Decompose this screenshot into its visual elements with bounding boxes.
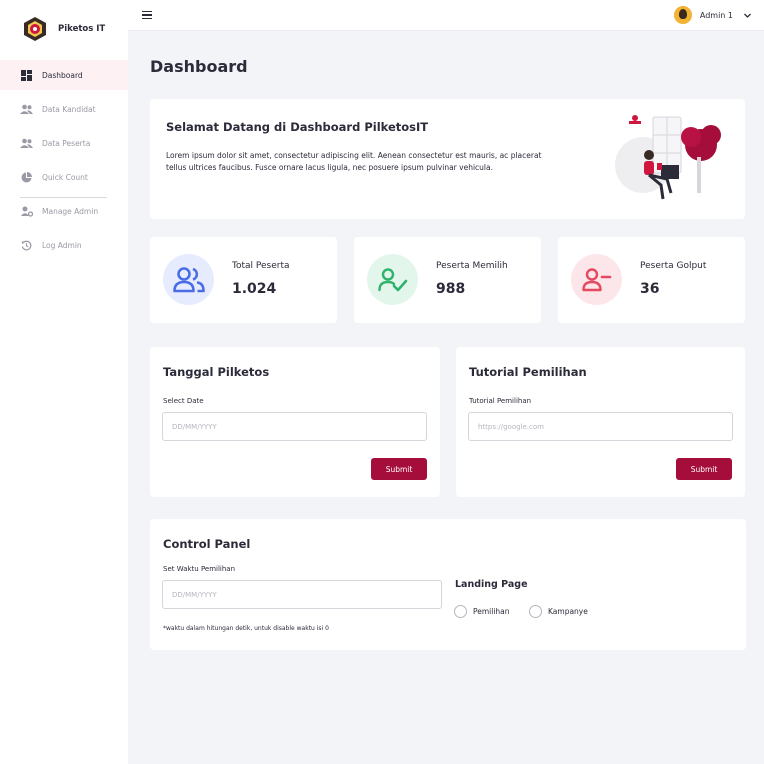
sidebar-item-manage-admin[interactable]: Manage Admin — [0, 196, 128, 226]
stat-label: Total Peserta — [232, 261, 290, 271]
sidebar-item-label: Data Peserta — [42, 138, 91, 148]
logo-icon — [24, 17, 46, 41]
user-minus-icon — [571, 254, 622, 305]
stat-label: Peserta Memilih — [436, 261, 508, 271]
sidebar-divider — [20, 197, 107, 198]
tutorial-url-input[interactable] — [468, 412, 733, 441]
tutorial-label: Tutorial Pemilihan — [469, 397, 532, 405]
tutorial-pemilihan-card: Tutorial Pemilihan Tutorial Pemilihan Su… — [456, 347, 745, 497]
radio-button[interactable] — [454, 605, 467, 618]
stat-card-total-peserta: Total Peserta 1.024 — [150, 237, 337, 323]
sidebar-item-data-peserta[interactable]: Data Peserta — [0, 128, 128, 158]
welcome-text: Lorem ipsum dolor sit amet, consectetur … — [166, 151, 542, 172]
sidebar-item-quick-count[interactable]: Quick Count — [0, 162, 128, 192]
radio-label: Kampanye — [548, 607, 588, 616]
sidebar-item-data-kandidat[interactable]: Data Kandidat — [0, 94, 128, 124]
stat-value: 988 — [436, 281, 466, 297]
brand[interactable]: Piketos IT — [22, 16, 105, 42]
set-waktu-label: Set Waktu Pemilihan — [163, 565, 236, 573]
menu-icon[interactable] — [142, 11, 152, 20]
control-panel-title: Control Panel — [163, 537, 251, 551]
submit-date-button[interactable]: Submit — [371, 458, 427, 480]
stat-label: Peserta Golput — [640, 261, 707, 271]
welcome-title: Selamat Datang di Dashboard PilketosIT — [166, 120, 429, 134]
date-input[interactable] — [162, 412, 427, 441]
sidebar-item-log-admin[interactable]: Log Admin — [0, 230, 128, 260]
control-panel-card: Control Panel Set Waktu Pemilihan *waktu… — [150, 519, 746, 650]
sidebar-item-label: Manage Admin — [42, 206, 99, 216]
avatar — [673, 6, 692, 24]
pie-chart-icon — [20, 171, 33, 184]
users-icon — [20, 137, 33, 150]
page-title: Dashboard — [150, 57, 248, 76]
sidebar-item-label: Data Kandidat — [42, 104, 96, 114]
stat-value: 1.024 — [232, 281, 277, 297]
radio-kampanye[interactable]: Kampanye — [529, 605, 588, 618]
user-settings-icon — [20, 205, 33, 218]
submit-tutorial-button[interactable]: Submit — [676, 458, 732, 480]
user-check-icon — [367, 254, 418, 305]
tutorial-title: Tutorial Pemilihan — [469, 365, 587, 379]
brand-name: Piketos IT — [58, 24, 106, 34]
sidebar-nav: Dashboard Data Kandidat Data Peserta Qui… — [0, 60, 128, 264]
user-menu[interactable]: Admin 1 — [673, 6, 752, 24]
waktu-hint: *waktu dalam hitungan detik, untuk disab… — [163, 625, 329, 632]
user-name: Admin 1 — [699, 10, 733, 20]
dashboard-icon — [20, 69, 33, 82]
sidebar-item-label: Quick Count — [42, 172, 88, 182]
radio-button[interactable] — [529, 605, 542, 618]
chevron-down-icon — [744, 13, 751, 18]
users-icon — [163, 254, 214, 305]
topbar: Admin 1 — [128, 0, 764, 31]
reading-person-illustration — [615, 115, 721, 200]
welcome-card: Selamat Datang di Dashboard PilketosIT L… — [150, 99, 745, 219]
stat-card-peserta-memilih: Peserta Memilih 988 — [354, 237, 541, 323]
stat-card-peserta-golput: Peserta Golput 36 — [558, 237, 745, 323]
select-date-label: Select Date — [163, 397, 204, 405]
landing-page-title: Landing Page — [455, 579, 528, 590]
radio-label: Pemilihan — [473, 607, 510, 616]
history-icon — [20, 239, 33, 252]
stat-value: 36 — [640, 281, 660, 297]
sidebar-item-label: Dashboard — [42, 70, 83, 80]
tanggal-pilketos-card: Tanggal Pilketos Select Date Submit — [150, 347, 440, 497]
sidebar-item-label: Log Admin — [42, 240, 82, 250]
sidebar: Piketos IT Dashboard Data Kandidat Data … — [0, 0, 128, 764]
users-icon — [20, 103, 33, 116]
radio-pemilihan[interactable]: Pemilihan — [454, 605, 510, 618]
tanggal-title: Tanggal Pilketos — [163, 365, 270, 379]
sidebar-item-dashboard[interactable]: Dashboard — [0, 60, 128, 90]
waktu-input[interactable] — [162, 580, 442, 609]
